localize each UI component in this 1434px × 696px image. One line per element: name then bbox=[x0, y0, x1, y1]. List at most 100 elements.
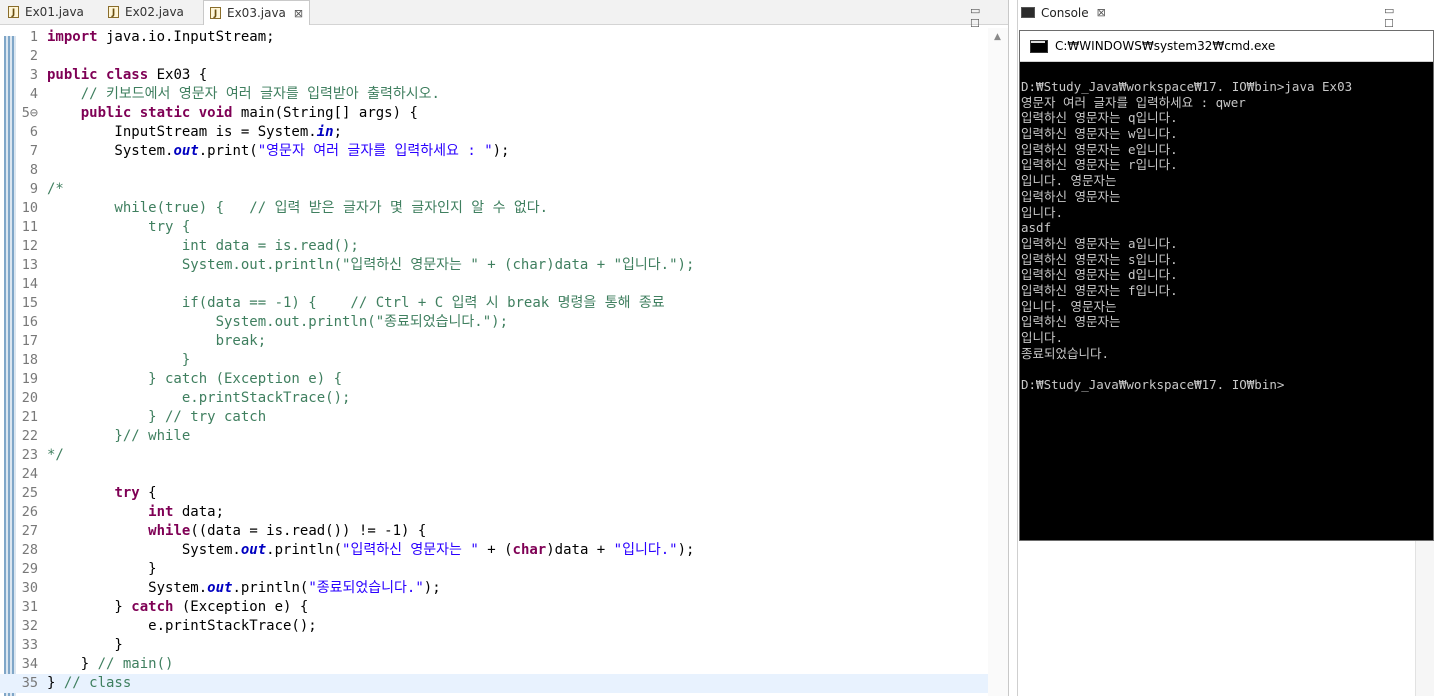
cmd-output: D:₩Study_Java₩workspace₩17. IO₩bin>java … bbox=[1021, 79, 1431, 393]
code-text[interactable]: try { bbox=[47, 218, 190, 237]
editor-window-buttons[interactable]: ▭ ☐ bbox=[970, 4, 1008, 30]
cmd-line: 입력하신 영문자는 a입니다. bbox=[1021, 235, 1178, 251]
code-text[interactable]: if(data == -1) { // Ctrl + C 입력 시 break … bbox=[47, 294, 665, 313]
close-icon[interactable]: ⊠ bbox=[294, 7, 303, 20]
code-line[interactable]: 8 bbox=[0, 161, 988, 180]
code-line[interactable]: 10 while(true) { // 입력 받은 글자가 몇 글자인지 알 수… bbox=[0, 199, 988, 218]
code-line[interactable]: 26 int data; bbox=[0, 503, 988, 522]
cmd-line: 입력하신 영문자는 q입니다. bbox=[1021, 110, 1178, 126]
tab-ex03[interactable]: J Ex03.java ⊠ bbox=[203, 0, 311, 25]
code-line[interactable]: 13 System.out.println("입력하신 영문자는 " + (ch… bbox=[0, 256, 988, 275]
code-line[interactable]: 15 if(data == -1) { // Ctrl + C 입력 시 bre… bbox=[0, 294, 988, 313]
code-line[interactable]: 16 System.out.println("종료되었습니다."); bbox=[0, 313, 988, 332]
code-line[interactable]: 1 import java.io.InputStream; bbox=[0, 28, 988, 47]
editor-scrollbar[interactable]: ▲ bbox=[988, 28, 1008, 696]
code-line[interactable]: 18 } bbox=[0, 351, 988, 370]
code-line[interactable]: 6 InputStream is = System.in; bbox=[0, 123, 988, 142]
code-text[interactable]: import java.io.InputStream; bbox=[47, 28, 275, 47]
code-text[interactable]: e.printStackTrace(); bbox=[47, 617, 317, 636]
code-text[interactable]: while(true) { // 입력 받은 글자가 몇 글자인지 알 수 없다… bbox=[47, 199, 548, 218]
java-file-icon: J bbox=[8, 6, 19, 18]
code-line[interactable]: 29 } bbox=[0, 560, 988, 579]
code-line[interactable]: 2 bbox=[0, 47, 988, 66]
code-line[interactable]: 35} // class bbox=[0, 674, 988, 693]
tab-ex01[interactable]: J Ex01.java bbox=[8, 0, 84, 24]
code-line[interactable]: 22 }// while bbox=[0, 427, 988, 446]
tab-ex02[interactable]: J Ex02.java bbox=[108, 0, 184, 24]
code-text[interactable]: break; bbox=[47, 332, 267, 351]
code-line[interactable]: 20 e.printStackTrace(); bbox=[0, 389, 988, 408]
tab-label: Ex01.java bbox=[25, 5, 84, 19]
line-number: 7 bbox=[29, 143, 38, 159]
code-line[interactable]: 24 bbox=[0, 465, 988, 484]
cmd-window[interactable]: C:₩WINDOWS₩system32₩cmd.exe D:₩Study_Jav… bbox=[1019, 30, 1434, 541]
code-line[interactable]: 5⊖ public static void main(String[] args… bbox=[0, 104, 988, 123]
code-text[interactable]: } catch (Exception e) { bbox=[47, 370, 342, 389]
code-line[interactable]: 34 } // main() bbox=[0, 655, 988, 674]
cmd-title-bar[interactable]: C:₩WINDOWS₩system32₩cmd.exe bbox=[1020, 31, 1433, 62]
code-text[interactable]: } // class bbox=[47, 674, 131, 693]
cmd-line: 입력하신 영문자는 bbox=[1021, 188, 1121, 204]
code-text[interactable]: }// while bbox=[47, 427, 190, 446]
code-line[interactable]: 21 } // try catch bbox=[0, 408, 988, 427]
code-text[interactable]: } // main() bbox=[47, 655, 174, 674]
code-text[interactable]: while((data = is.read()) != -1) { bbox=[47, 522, 426, 541]
code-line[interactable]: 28 System.out.println("입력하신 영문자는 " + (ch… bbox=[0, 541, 988, 560]
code-line[interactable]: 31 } catch (Exception e) { bbox=[0, 598, 988, 617]
code-text[interactable]: e.printStackTrace(); bbox=[47, 389, 351, 408]
cmd-line: 입력하신 영문자는 f입니다. bbox=[1021, 282, 1178, 298]
close-icon[interactable]: ⊠ bbox=[1097, 6, 1106, 19]
code-text[interactable]: InputStream is = System.in; bbox=[47, 123, 342, 142]
code-line[interactable]: 14 bbox=[0, 275, 988, 294]
line-number: 2 bbox=[29, 48, 38, 64]
cmd-line: 입니다. bbox=[1021, 204, 1064, 220]
console-scrollbar[interactable] bbox=[1415, 541, 1434, 696]
code-line[interactable]: 7 System.out.print("영문자 여러 글자를 입력하세요 : "… bbox=[0, 142, 988, 161]
code-text[interactable]: } // try catch bbox=[47, 408, 266, 427]
scroll-up-icon[interactable]: ▲ bbox=[994, 32, 1001, 42]
line-number: 33 bbox=[21, 637, 38, 653]
code-line[interactable]: 33 } bbox=[0, 636, 988, 655]
code-line[interactable]: 30 System.out.println("종료되었습니다."); bbox=[0, 579, 988, 598]
code-line[interactable]: 3 public class Ex03 { bbox=[0, 66, 988, 85]
code-line[interactable]: 19 } catch (Exception e) { bbox=[0, 370, 988, 389]
cmd-title: C:₩WINDOWS₩system32₩cmd.exe bbox=[1055, 39, 1276, 53]
code-text[interactable]: // 키보드에서 영문자 여러 글자를 입력받아 출력하시오. bbox=[47, 85, 440, 104]
line-number: 10 bbox=[21, 200, 38, 216]
tab-console[interactable]: Console ⊠ bbox=[1021, 0, 1106, 25]
console-window-buttons[interactable]: ▭ ☐ bbox=[1384, 4, 1434, 30]
code-line[interactable]: 27 while((data = is.read()) != -1) { bbox=[0, 522, 988, 541]
code-line[interactable]: 12 int data = is.read(); bbox=[0, 237, 988, 256]
code-text[interactable]: try { bbox=[47, 484, 156, 503]
line-number: 11 bbox=[21, 219, 38, 235]
line-number: 15 bbox=[21, 295, 38, 311]
cmd-line: 입력하신 영문자는 r입니다. bbox=[1021, 157, 1178, 173]
code-text[interactable]: /* bbox=[47, 180, 64, 199]
code-text[interactable]: } bbox=[47, 351, 190, 370]
java-file-icon: J bbox=[108, 6, 119, 18]
code-text[interactable]: System.out.println("입력하신 영문자는 " + (char)… bbox=[47, 256, 695, 275]
code-text[interactable]: } bbox=[47, 636, 122, 655]
code-text[interactable]: int data; bbox=[47, 503, 224, 522]
code-text[interactable]: System.out.print("영문자 여러 글자를 입력하세요 : "); bbox=[47, 142, 509, 161]
code-text[interactable]: } catch (Exception e) { bbox=[47, 598, 308, 617]
code-text[interactable]: int data = is.read(); bbox=[47, 237, 359, 256]
code-text[interactable]: System.out.println("종료되었습니다."); bbox=[47, 313, 508, 332]
code-line[interactable]: 17 break; bbox=[0, 332, 988, 351]
code-text[interactable]: */ bbox=[47, 446, 64, 465]
code-text[interactable]: public static void main(String[] args) { bbox=[47, 104, 418, 123]
code-line[interactable]: 11 try { bbox=[0, 218, 988, 237]
line-number: 27 bbox=[21, 523, 38, 539]
code-line[interactable]: 4 // 키보드에서 영문자 여러 글자를 입력받아 출력하시오. bbox=[0, 85, 988, 104]
code-text[interactable]: System.out.println("종료되었습니다."); bbox=[47, 579, 440, 598]
code-line[interactable]: 32 e.printStackTrace(); bbox=[0, 617, 988, 636]
code-line[interactable]: 23 */ bbox=[0, 446, 988, 465]
code-text[interactable]: System.out.println("입력하신 영문자는 " + (char)… bbox=[47, 541, 695, 560]
line-number: 9 bbox=[29, 181, 38, 197]
code-text[interactable]: public class Ex03 { bbox=[47, 66, 207, 85]
code-line[interactable]: 9 /* bbox=[0, 180, 988, 199]
code-line[interactable]: 25 try { bbox=[0, 484, 988, 503]
code-editor[interactable]: J Ex01.java J Ex02.java J Ex03.java ⊠ ▭ … bbox=[0, 0, 1009, 696]
code-area[interactable]: 1 import java.io.InputStream; 2 3 public cla… bbox=[0, 28, 988, 696]
code-text[interactable]: } bbox=[47, 560, 156, 579]
